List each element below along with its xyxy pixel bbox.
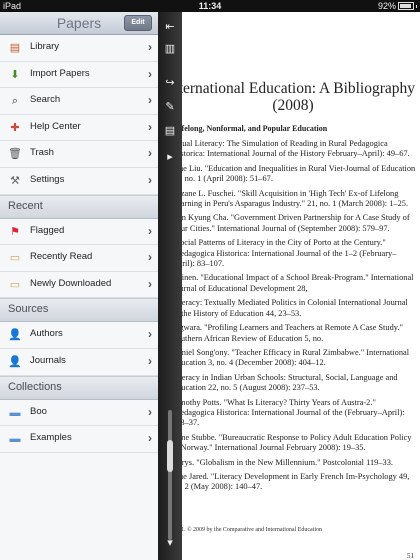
reference-entry: Jane Liu. "Education and Inequalities in… xyxy=(172,163,416,184)
battery-percent: 92% xyxy=(377,1,396,11)
section-header-label: Recent xyxy=(8,199,43,212)
battery-icon xyxy=(398,2,414,10)
chevron-right-icon: › xyxy=(148,66,152,81)
sidebar-item-flagged[interactable]: ⚑ Flagged › xyxy=(0,219,158,246)
chevron-right-icon: › xyxy=(148,353,152,368)
reference-entry: Literacy: Textually Mediated Politics in… xyxy=(172,298,408,318)
sidebar-item-label: Help Center xyxy=(30,120,81,132)
authors-icon: 👤 xyxy=(8,329,22,342)
sidebar-navbar: Papers Edit xyxy=(0,12,158,35)
reference-entry: Daniel Song'ony. "Teacher Efficacy in Ru… xyxy=(172,347,410,368)
sidebar-item-label: Recently Read xyxy=(30,251,93,263)
sidebar-item-label: Newly Downloaded xyxy=(30,277,112,289)
document-footer: 51. © 2009 by the Comparative and Intern… xyxy=(178,527,323,533)
chevron-right-icon: › xyxy=(148,223,152,238)
chevron-right-icon: › xyxy=(148,119,152,134)
sidebar-item-label: Search xyxy=(30,94,61,106)
clock: 11:34 xyxy=(198,1,222,11)
sidebar-item-recently-read[interactable]: ▭ Recently Read › xyxy=(0,245,158,272)
chevron-right-icon: › xyxy=(148,327,152,342)
chevron-right-icon: › xyxy=(148,40,152,54)
sidebar-item-label: Journals xyxy=(30,354,66,366)
reference-list: Ritual Literacy: The Simulation of Readi… xyxy=(172,139,416,497)
status-bar: iPad 11:34 92% xyxy=(0,0,420,12)
reference-entry: Ritual Literacy: The Simulation of Readi… xyxy=(172,139,410,159)
newly-downloaded-icon: ▭ xyxy=(9,278,21,291)
sidebar-item-label: Flagged xyxy=(30,224,65,236)
folder-open-icon[interactable]: ▸ xyxy=(158,150,182,163)
sidebar-item-newly-downloaded[interactable]: ▭ Newly Downloaded › xyxy=(0,272,158,299)
sidebar-item-authors[interactable]: 👤 Authors › xyxy=(0,322,158,349)
edit-button[interactable]: Edit xyxy=(124,15,152,31)
document-title: nternational Education: A Bibliography (2… xyxy=(170,80,416,114)
papers-sidebar: Papers Edit ▤ Library › ⬇ Import Papers › ⌕ Sea… xyxy=(0,12,158,560)
reference-entry: "Social Patterns of Literacy in the City… xyxy=(172,238,397,269)
share-icon[interactable]: ↪ xyxy=(158,76,182,89)
section-header-sources: Sources xyxy=(0,298,158,323)
pages-icon[interactable]: ▥ xyxy=(158,42,182,55)
folder-icon: ▬ xyxy=(9,406,21,419)
chevron-right-icon: › xyxy=(148,431,152,446)
sidebar-item-label: Trash xyxy=(30,147,54,159)
page-scroll-thumb[interactable] xyxy=(167,440,173,472)
chevron-right-icon: › xyxy=(148,146,152,161)
reference-entry: Timothy Potts. "What Is Literacy? Thirty… xyxy=(172,397,405,428)
sidebar-item-search[interactable]: ⌕ Search › xyxy=(0,88,158,115)
library-icon: ▤ xyxy=(9,42,21,54)
chevron-right-icon: › xyxy=(148,93,152,108)
sidebar-item-label: Examples xyxy=(30,432,72,444)
reference-entry: Literacy in Indian Urban Schools: Struct… xyxy=(172,372,398,393)
sidebar-item-library[interactable]: ▤ Library › xyxy=(0,35,158,62)
section-header-recent: Recent xyxy=(0,194,158,219)
collapse-panel-icon[interactable]: ⇤ xyxy=(158,20,182,33)
chevron-right-icon: › xyxy=(148,276,152,291)
sidebar-item-label: Library xyxy=(30,41,60,52)
sidebar-item-label: Authors xyxy=(30,328,63,340)
section-heading: Lifelong, Nonformal, and Popular Educati… xyxy=(174,124,328,133)
reference-entry: Irene Stubbe. "Bureaucratic Response to … xyxy=(172,432,412,453)
reference-entry: Ezzane L. Fuschei. "Skill Acquisition in… xyxy=(172,188,409,209)
sidebar-item-examples[interactable]: ▬ Examples › xyxy=(0,426,158,453)
page-scroll-track[interactable] xyxy=(168,410,172,540)
scroll-down-icon[interactable]: ▾ xyxy=(158,536,182,549)
reference-entry: Fine Jared. "Literacy Development in Ear… xyxy=(172,471,410,492)
battery-indicator: 92% xyxy=(378,0,417,12)
sidebar-item-boo[interactable]: ▬ Boo › xyxy=(0,400,158,427)
sidebar-item-label: Boo xyxy=(30,405,47,417)
reference-entry: Nerys. "Globalism in the New Millennium.… xyxy=(172,457,394,467)
flag-icon: ⚑ xyxy=(10,225,20,238)
chevron-right-icon: › xyxy=(148,172,152,187)
reference-entry: Chinen. "Educational Impact of a School … xyxy=(172,273,414,293)
annotate-icon[interactable]: ✎ xyxy=(158,100,182,113)
page-number: 51 xyxy=(407,552,414,560)
journals-icon: 👤 xyxy=(8,355,22,368)
sidebar-item-help-center[interactable]: ✚ Help Center › xyxy=(0,115,158,142)
section-header-collections: Collections xyxy=(0,375,158,400)
reference-entry: Mgwara. "Profiling Learners and Teachers… xyxy=(172,323,403,343)
trash-icon: 🗑 xyxy=(8,148,22,161)
chevron-right-icon: › xyxy=(148,404,152,419)
help-icon: ✚ xyxy=(10,121,20,134)
sidebar-item-label: Import Papers xyxy=(30,67,90,79)
section-header-label: Sources xyxy=(8,303,49,316)
sidebar-item-import-papers[interactable]: ⬇ Import Papers › xyxy=(0,62,158,89)
chevron-right-icon: › xyxy=(148,250,152,265)
folder-icon: ▬ xyxy=(9,433,21,446)
document-page[interactable]: nternational Education: A Bibliography (2… xyxy=(158,12,420,560)
import-icon: ⬇ xyxy=(10,68,20,81)
reference-entry: Min Kyung Cha. "Government Driven Partne… xyxy=(172,213,410,233)
recently-read-icon: ▭ xyxy=(9,252,21,265)
sidebar-item-trash[interactable]: 🗑 Trash › xyxy=(0,141,158,168)
sidebar-item-label: Settings xyxy=(30,173,65,185)
section-header-label: Collections xyxy=(8,380,62,393)
settings-icon: ⚒ xyxy=(10,174,20,187)
sidebar-list: ▤ Library › ⬇ Import Papers › ⌕ Search › ✚ Help Ce… xyxy=(0,35,158,453)
sidebar-item-settings[interactable]: ⚒ Settings › xyxy=(0,168,158,195)
sidebar-item-journals[interactable]: 👤 Journals › xyxy=(0,349,158,376)
bookmark-icon[interactable]: ▤ xyxy=(158,124,182,137)
search-icon: ⌕ xyxy=(11,95,19,108)
reader-toolbar: ⇤ ▥ ↪ ✎ ▤ ▸ ▾ xyxy=(158,12,182,560)
